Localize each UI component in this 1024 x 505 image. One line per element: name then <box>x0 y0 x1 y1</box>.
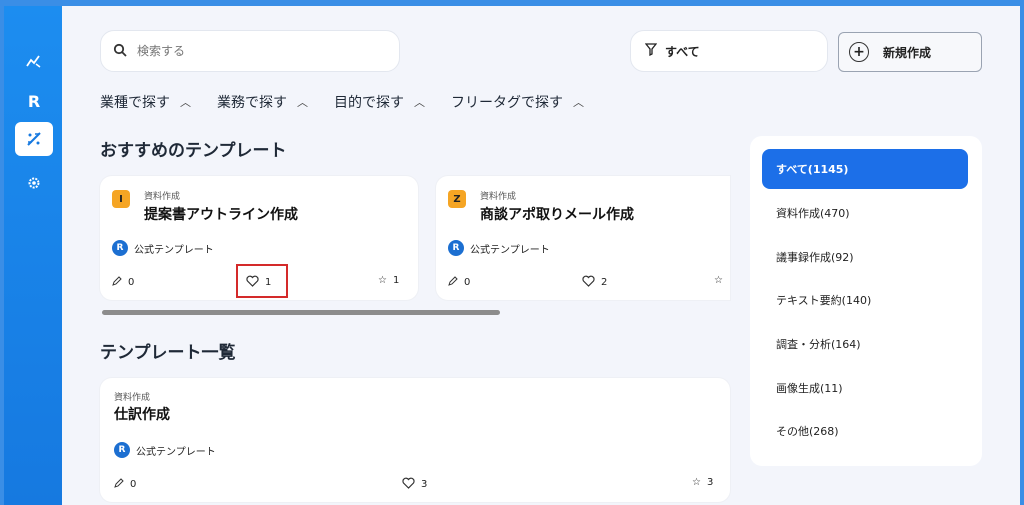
search-icon <box>113 42 127 61</box>
heart-icon <box>402 477 415 492</box>
official-label: 公式テンプレート <box>134 244 214 256</box>
official-template-tag: R 公式テンプレート <box>112 240 214 256</box>
official-logo-icon: R <box>112 240 128 256</box>
template-card[interactable]: Z 資料作成 商談アポ取りメール作成 R 公式テンプレート 0 2 ☆ <box>436 176 730 300</box>
filter-icon <box>644 43 658 59</box>
star-icon: ☆ <box>714 275 723 286</box>
card-category: 資料作成 <box>480 192 517 202</box>
filter-purpose[interactable]: 目的で探す ︿ <box>334 92 425 112</box>
list-title: テンプレート一覧 <box>100 343 236 363</box>
card-title: 仕訳作成 <box>114 407 170 423</box>
category-item[interactable]: 画像生成(11) <box>762 368 968 408</box>
star-button[interactable]: ☆ 3 <box>692 477 713 488</box>
filter-dropdown[interactable]: すべて <box>630 30 828 72</box>
star-button[interactable]: ☆ 1 <box>378 275 399 286</box>
horizontal-scrollbar[interactable] <box>102 310 500 315</box>
filter-label: 業務で探す <box>217 95 287 111</box>
edit-count-value: 0 <box>464 277 471 288</box>
settings-icon[interactable] <box>15 166 53 200</box>
official-logo-icon: R <box>448 240 464 256</box>
official-logo-icon: R <box>114 442 130 458</box>
chart-icon[interactable] <box>15 44 53 78</box>
category-badge-icon: I <box>112 190 130 208</box>
like-button[interactable]: 2 <box>582 275 607 290</box>
star-icon: ☆ <box>378 275 387 286</box>
star-count: 1 <box>392 275 400 286</box>
sidebar: R <box>4 6 62 505</box>
search-box[interactable] <box>100 30 400 72</box>
template-list-item[interactable]: 資料作成 仕訳作成 R 公式テンプレート 0 3 ☆ 3 <box>100 378 730 502</box>
filter-label: フリータグで探す <box>451 95 563 111</box>
new-button-label: 新規作成 <box>883 45 932 60</box>
card-title: 商談アポ取りメール作成 <box>480 207 634 223</box>
chevron-up-icon: ︿ <box>573 96 584 109</box>
pencil-icon <box>448 276 458 289</box>
edit-count-value: 0 <box>130 479 137 490</box>
template-icon[interactable] <box>15 122 53 156</box>
like-button[interactable]: 3 <box>402 477 427 492</box>
main-area: すべて + 新規作成 業種で探す ︿ 業務で探す ︿ 目的で探す ︿ フリータグで探す… <box>62 6 1020 505</box>
official-template-tag: R 公式テンプレート <box>448 240 550 256</box>
filter-all-label: すべて <box>665 44 700 59</box>
logo-r-icon[interactable]: R <box>15 84 53 118</box>
heart-icon <box>582 275 595 290</box>
category-badge-icon: Z <box>448 190 466 208</box>
filter-industry[interactable]: 業種で探す ︿ <box>100 92 191 112</box>
official-label: 公式テンプレート <box>136 446 216 458</box>
official-template-tag: R 公式テンプレート <box>114 442 216 458</box>
edit-count: 0 <box>448 276 470 289</box>
category-item[interactable]: 資料作成(470) <box>762 193 968 233</box>
chevron-up-icon: ︿ <box>414 96 425 109</box>
pencil-icon <box>114 478 124 491</box>
card-category: 資料作成 <box>114 393 151 403</box>
highlight-box <box>236 264 288 298</box>
recommended-title: おすすめのテンプレート <box>100 141 287 161</box>
edit-count: 0 <box>114 478 136 491</box>
chevron-up-icon: ︿ <box>297 96 308 109</box>
star-icon: ☆ <box>692 477 701 488</box>
category-item-all[interactable]: すべて(1145) <box>762 149 968 189</box>
like-count: 2 <box>601 277 608 288</box>
filter-label: 業種で探す <box>100 95 170 111</box>
pencil-icon <box>112 276 122 289</box>
category-panel: すべて(1145) 資料作成(470) 議事録作成(92) テキスト要約(140… <box>750 136 982 466</box>
chevron-up-icon: ︿ <box>180 96 191 109</box>
category-item[interactable]: 調査・分析(164) <box>762 324 968 364</box>
card-category: 資料作成 <box>144 192 181 202</box>
search-input[interactable] <box>137 44 367 58</box>
edit-count-value: 0 <box>128 277 135 288</box>
new-template-button[interactable]: + 新規作成 <box>838 32 982 72</box>
card-title: 提案書アウトライン作成 <box>144 207 298 223</box>
category-item[interactable]: 議事録作成(92) <box>762 237 968 277</box>
filter-bar: 業種で探す ︿ 業務で探す ︿ 目的で探す ︿ フリータグで探す ︿ <box>100 92 584 112</box>
star-count: 3 <box>706 477 714 488</box>
plus-circle-icon: + <box>849 42 869 62</box>
filter-label: 目的で探す <box>334 95 404 111</box>
category-item[interactable]: その他(268) <box>762 411 968 451</box>
filter-free-tag[interactable]: フリータグで探す ︿ <box>451 92 584 112</box>
template-card[interactable]: I 資料作成 提案書アウトライン作成 R 公式テンプレート 0 1 ☆ 1 <box>100 176 418 300</box>
like-count: 3 <box>421 479 428 490</box>
filter-task[interactable]: 業務で探す ︿ <box>217 92 308 112</box>
official-label: 公式テンプレート <box>470 244 550 256</box>
star-button[interactable]: ☆ <box>714 275 723 286</box>
category-item[interactable]: テキスト要約(140) <box>762 280 968 320</box>
edit-count: 0 <box>112 276 134 289</box>
